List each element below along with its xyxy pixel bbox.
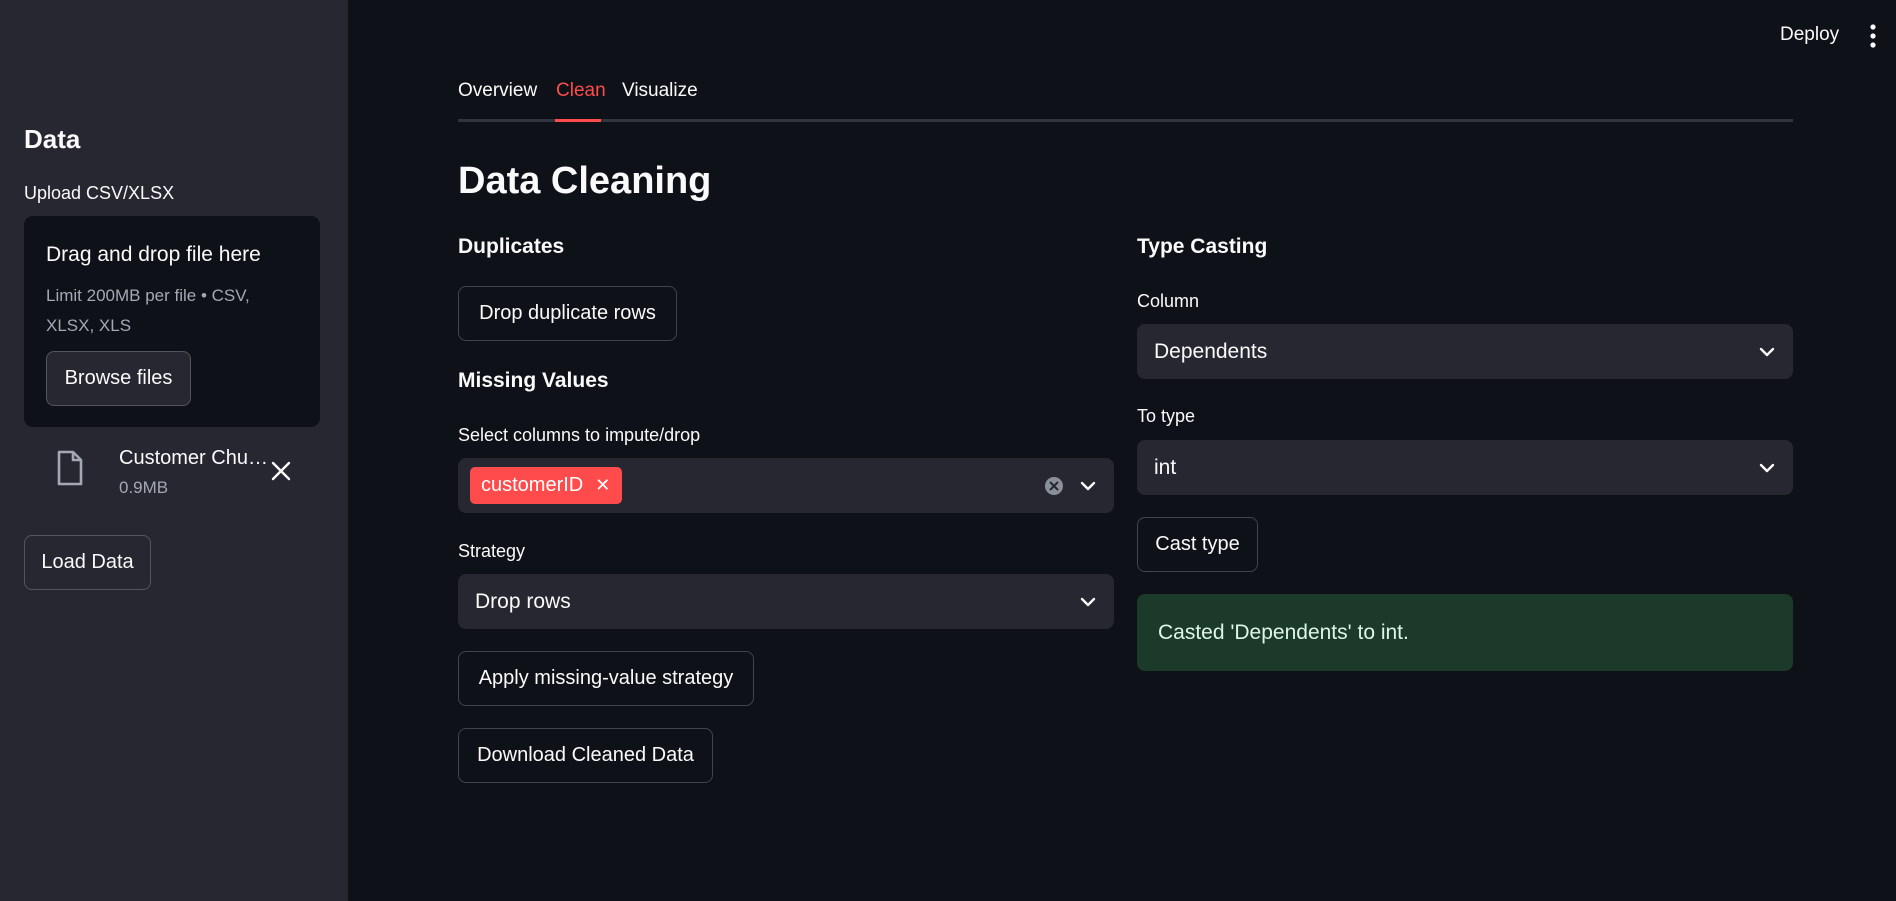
page-title: Data Cleaning — [458, 160, 712, 202]
kebab-menu-icon[interactable] — [1866, 24, 1880, 48]
strategy-label: Strategy — [458, 541, 526, 561]
strategy-value: Drop rows — [475, 589, 571, 613]
tab-overview[interactable]: Overview — [458, 80, 537, 102]
missing-values-heading: Missing Values — [458, 369, 609, 392]
impute-columns-multiselect[interactable]: customerID ✕ — [458, 458, 1114, 513]
close-icon[interactable] — [270, 460, 292, 482]
to-type-select[interactable]: int — [1137, 440, 1793, 495]
tab-bar-divider — [458, 119, 1793, 122]
tab-bar: Overview Clean Visualize — [458, 70, 1793, 122]
strategy-select[interactable]: Drop rows — [458, 574, 1114, 629]
remove-tag-icon[interactable]: ✕ — [595, 475, 610, 496]
to-type-value: int — [1154, 455, 1177, 479]
success-message: Casted 'Dependents' to int. — [1158, 620, 1409, 644]
active-tab-indicator — [555, 119, 601, 122]
dropzone-limit: Limit 200MB per file • CSV, XLSX, XLS — [46, 286, 250, 335]
file-dropzone[interactable]: Drag and drop file here Limit 200MB per … — [24, 216, 320, 427]
upload-label: Upload CSV/XLSX — [24, 183, 175, 203]
file-size: 0.9MB — [119, 478, 169, 497]
duplicates-heading: Duplicates — [458, 235, 565, 258]
tab-clean[interactable]: Clean — [556, 80, 606, 102]
tab-visualize[interactable]: Visualize — [622, 80, 698, 102]
apply-strategy-button[interactable]: Apply missing-value strategy — [458, 651, 754, 706]
uploaded-file: Customer Churn.csv 0.9MB — [24, 440, 320, 504]
column-value: Dependents — [1154, 339, 1268, 363]
column-select[interactable]: Dependents — [1137, 324, 1793, 379]
sidebar-heading: Data — [24, 124, 81, 154]
browse-files-button[interactable]: Browse files — [46, 351, 191, 406]
selected-tag: customerID ✕ — [470, 467, 623, 504]
file-icon — [57, 450, 83, 486]
file-name: Customer Churn.csv — [119, 447, 273, 469]
chevron-down-icon — [1759, 463, 1775, 472]
chevron-down-icon — [1080, 597, 1096, 606]
load-data-button[interactable]: Load Data — [24, 535, 151, 590]
chevron-down-icon — [1759, 347, 1775, 356]
to-type-label: To type — [1137, 406, 1196, 426]
success-alert: Casted 'Dependents' to int. — [1137, 594, 1793, 671]
clear-all-icon[interactable] — [1044, 476, 1064, 496]
column-label: Column — [1137, 291, 1200, 311]
impute-columns-label: Select columns to impute/drop — [458, 425, 701, 445]
type-casting-heading: Type Casting — [1137, 235, 1268, 258]
sidebar: Data Upload CSV/XLSX Drag and drop file … — [0, 0, 348, 901]
download-cleaned-button[interactable]: Download Cleaned Data — [458, 728, 713, 783]
dropzone-title: Drag and drop file here — [46, 243, 261, 266]
cast-type-button[interactable]: Cast type — [1137, 517, 1258, 572]
tag-label: customerID — [481, 474, 584, 496]
deploy-button[interactable]: Deploy — [1780, 24, 1839, 46]
chevron-down-icon — [1080, 481, 1096, 490]
drop-duplicates-button[interactable]: Drop duplicate rows — [458, 286, 677, 341]
